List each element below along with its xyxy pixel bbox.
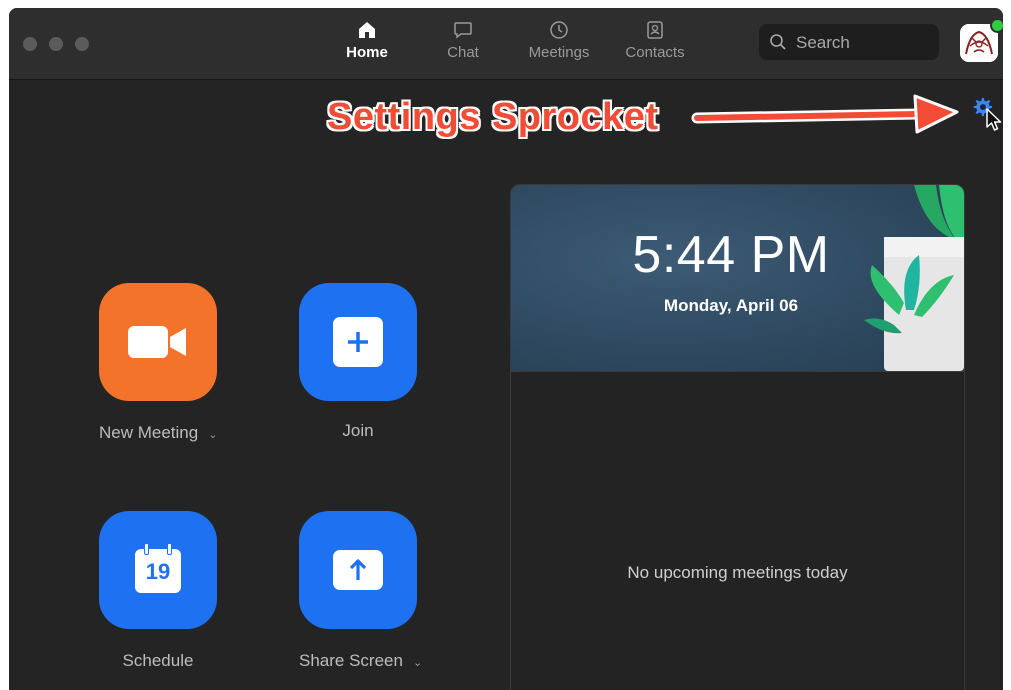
maximize-window-button[interactable] (75, 37, 89, 51)
tab-home-label: Home (346, 44, 388, 61)
join-button[interactable] (299, 283, 417, 401)
title-bar: Home Chat Meetings Contacts Search (9, 8, 1003, 80)
tab-chat[interactable]: Chat (423, 20, 503, 70)
annotation-arrow-icon (691, 94, 959, 134)
clock-icon (550, 21, 568, 39)
clock-date: Monday, April 06 (663, 296, 799, 315)
share-screen-action[interactable]: Share Screen ⌄ (299, 511, 423, 671)
new-meeting-label: New Meeting ⌄ (99, 423, 218, 442)
tab-home[interactable]: Home (327, 20, 407, 70)
home-icon (359, 22, 375, 38)
join-action[interactable]: Join (299, 283, 417, 441)
plant-illustration (864, 185, 964, 371)
schedule-label: Schedule (122, 651, 194, 670)
clock-time: 5:44 PM (632, 226, 830, 284)
tab-contacts[interactable]: Contacts (615, 20, 695, 70)
chat-icon (454, 22, 472, 39)
mouse-cursor-icon (986, 108, 1002, 131)
tab-contacts-label: Contacts (625, 44, 685, 61)
video-camera-icon (128, 326, 186, 358)
upcoming-panel: 5:44 PM Monday, April 06 No upcoming mee… (510, 184, 965, 690)
online-status-dot (990, 18, 1003, 33)
annotation-label: Settings Sprocket (327, 96, 659, 138)
schedule-action[interactable]: 19 Schedule (99, 511, 217, 671)
contacts-icon (647, 21, 663, 39)
zoom-window: Home Chat Meetings Contacts Search Setti… (9, 8, 1003, 690)
plus-icon (333, 317, 383, 367)
share-up-arrow-icon (333, 550, 383, 590)
share-screen-label: Share Screen ⌄ (299, 651, 423, 670)
no-meetings-message: No upcoming meetings today (627, 563, 848, 582)
chevron-down-icon[interactable]: ⌄ (208, 429, 217, 441)
calendar-day: 19 (145, 559, 171, 584)
chevron-down-icon[interactable]: ⌄ (413, 657, 422, 669)
search-input[interactable]: Search (759, 24, 939, 60)
tab-meetings-label: Meetings (528, 44, 590, 61)
clock-card: 5:44 PM Monday, April 06 (511, 185, 964, 372)
search-placeholder: Search (796, 33, 850, 52)
tab-meetings[interactable]: Meetings (519, 20, 599, 70)
schedule-button[interactable]: 19 (99, 511, 217, 629)
close-window-button[interactable] (23, 37, 37, 51)
search-icon (770, 34, 786, 50)
minimize-window-button[interactable] (49, 37, 63, 51)
calendar-icon: 19 (135, 543, 181, 593)
join-label: Join (342, 421, 374, 440)
share-screen-button[interactable] (299, 511, 417, 629)
new-meeting-action[interactable]: New Meeting ⌄ (99, 283, 217, 443)
tab-chat-label: Chat (447, 44, 479, 61)
new-meeting-button[interactable] (99, 283, 217, 401)
